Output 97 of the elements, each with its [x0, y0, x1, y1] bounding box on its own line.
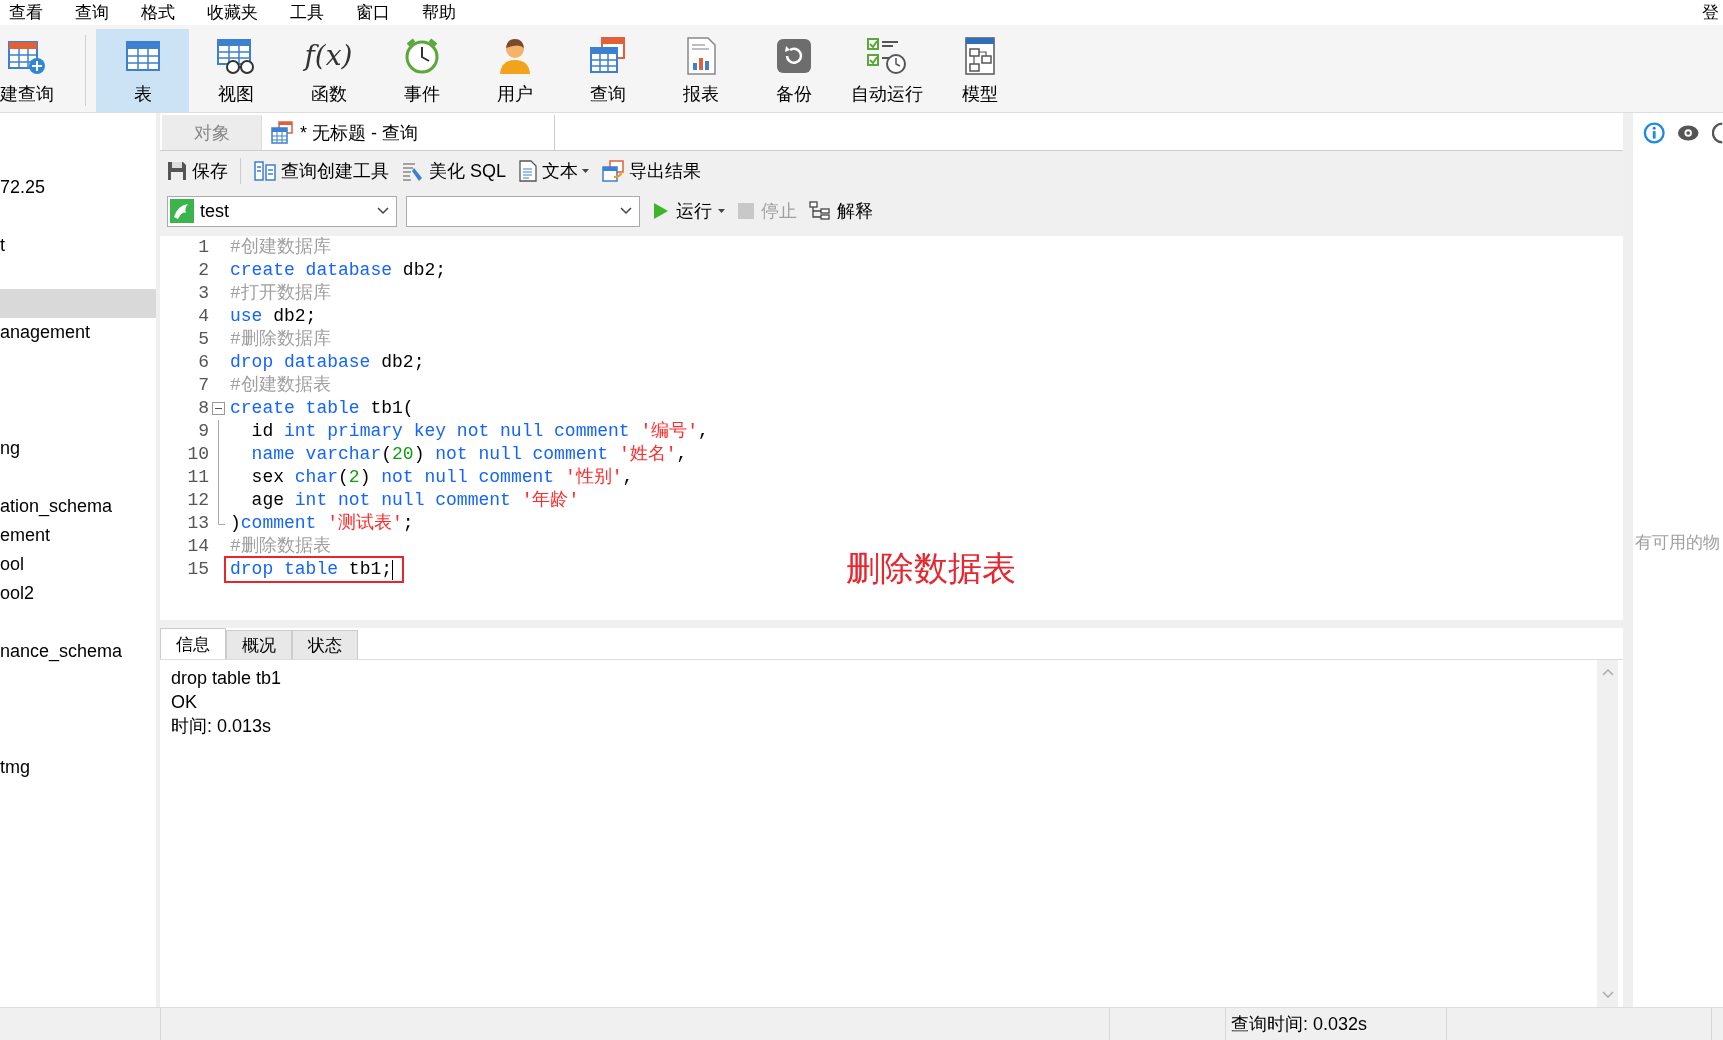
code-line: )comment '测试表';	[229, 512, 414, 535]
toolbar-button[interactable]: 美化 SQL	[401, 159, 507, 183]
toolbar-button[interactable]: 文本	[518, 159, 590, 183]
toolbar-button[interactable]: 自动运行	[840, 29, 933, 112]
tab[interactable]: 信息	[160, 628, 226, 659]
connection-dropdown[interactable]: test	[167, 195, 397, 227]
lines-brush-icon	[401, 160, 425, 182]
tab[interactable]: 状态	[292, 630, 358, 659]
line-number: 12	[186, 489, 209, 512]
line-number: 6	[197, 351, 209, 374]
code-line: name varchar(20) not null comment '姓名',	[250, 443, 688, 466]
toolbar-button[interactable]: 事件	[375, 29, 468, 112]
code-line: #创建数据表	[229, 374, 331, 397]
empty-hint: 有可用的物	[1635, 532, 1721, 554]
toolbar-button[interactable]: 解释	[809, 199, 873, 223]
scroll-up-icon[interactable]	[1601, 668, 1614, 676]
tree-item[interactable]: anagement	[0, 318, 156, 347]
menu-item[interactable]: 格式	[141, 1, 189, 24]
code-line: create table tb1(	[229, 397, 414, 420]
code-line: #创建数据库	[229, 236, 331, 259]
scroll-down-icon[interactable]	[1601, 991, 1614, 999]
toolbar-button[interactable]: 报表	[654, 29, 747, 112]
line-number: 15	[186, 558, 209, 581]
line-number: 11	[186, 466, 209, 489]
table-icon	[587, 36, 628, 76]
chevron-icon	[376, 206, 390, 216]
toolbar-button[interactable]: 表	[96, 29, 189, 112]
toolbar-button[interactable]: 查询创建工具	[253, 159, 389, 183]
code-line: age int not null comment '年龄'	[250, 489, 580, 512]
chevron-icon	[619, 206, 633, 216]
line-number: 1	[197, 236, 209, 259]
toolbar-button[interactable]: 导出结果	[601, 159, 702, 183]
annotation-text: 删除数据表	[846, 548, 1016, 589]
code-line: #打开数据库	[229, 282, 331, 305]
info-icon[interactable]	[1643, 121, 1666, 145]
line-number: 5	[197, 328, 209, 351]
line-number: 4	[197, 305, 209, 328]
toolbar-button[interactable]: 备份	[747, 29, 840, 112]
code-line: drop table tb1;	[229, 558, 393, 581]
tab[interactable]: 概况	[226, 630, 292, 659]
tree-item[interactable]: tmg	[0, 753, 156, 782]
save-icon	[166, 160, 188, 182]
tree-item[interactable]: ement	[0, 521, 156, 550]
code-line: drop database db2;	[229, 351, 425, 374]
table-icon	[270, 120, 294, 145]
line-number: 14	[186, 535, 209, 558]
function-icon: f(x)	[304, 36, 353, 76]
toolbar-button[interactable]: 查询	[561, 29, 654, 112]
menu-item[interactable]: 帮助	[422, 1, 470, 24]
toolbar-button[interactable]: 模型	[933, 29, 1026, 112]
stop-icon	[737, 202, 755, 220]
document-icon	[518, 160, 539, 182]
text-cursor	[392, 559, 394, 580]
run-button[interactable]: 运行	[652, 199, 725, 223]
menu-item[interactable]: 工具	[290, 1, 338, 24]
tree-item[interactable]: t	[0, 231, 156, 260]
menu-item[interactable]: 窗口	[356, 1, 404, 24]
scrollbar[interactable]	[1597, 660, 1618, 1007]
output-message: OK	[171, 691, 198, 714]
output-message: 时间: 0.013s	[171, 715, 273, 738]
menu-item[interactable]: 收藏夹	[207, 1, 272, 24]
line-number: 2	[197, 259, 209, 282]
fold-toggle-icon[interactable]	[212, 402, 225, 415]
line-number: 7	[197, 374, 209, 397]
tree-item[interactable]: nance_schema	[0, 637, 156, 666]
tree-diagram-icon	[809, 201, 831, 221]
checklist-clock-icon	[864, 36, 909, 76]
toolbar-button[interactable]: 用户	[468, 29, 561, 112]
line-number: 8	[197, 397, 209, 420]
tree-item[interactable]: ool	[0, 550, 156, 579]
line-number: 9	[197, 420, 209, 443]
tree-item[interactable]: ool2	[0, 579, 156, 608]
toolbar-button[interactable]: 视图	[189, 29, 282, 112]
database-dropdown[interactable]	[406, 195, 640, 227]
tree-item[interactable]: 72.25	[0, 173, 156, 202]
line-number: 10	[186, 443, 209, 466]
code-line: id int primary key not null comment '编号',	[250, 420, 709, 443]
menu-item[interactable]: 查询	[75, 1, 123, 24]
table-arrow-icon	[601, 160, 626, 182]
code-line: create database db2;	[229, 259, 447, 282]
output-message: drop table tb1	[171, 667, 283, 690]
tree-item[interactable]: ng	[0, 434, 156, 463]
code-line: #删除数据表	[229, 535, 331, 558]
toolbar-button[interactable]: f(x) 函数	[282, 29, 375, 112]
line-number: 3	[197, 282, 209, 305]
code-line: #删除数据库	[229, 328, 331, 351]
table-columns-icon	[253, 160, 277, 182]
code-line: use db2;	[229, 305, 317, 328]
login-link[interactable]: 登	[1702, 1, 1719, 24]
play-icon	[652, 201, 670, 221]
toolbar-button[interactable]: 建查询	[0, 29, 73, 112]
code-line: sex char(2) not null comment '性别',	[250, 466, 634, 489]
line-number: 13	[186, 512, 209, 535]
tree-item[interactable]: ation_schema	[0, 492, 156, 521]
query-time: 查询时间: 0.032s	[1231, 1013, 1368, 1036]
menu-item[interactable]: 查看	[9, 1, 57, 24]
toolbar-button[interactable]: 保存	[166, 159, 228, 183]
